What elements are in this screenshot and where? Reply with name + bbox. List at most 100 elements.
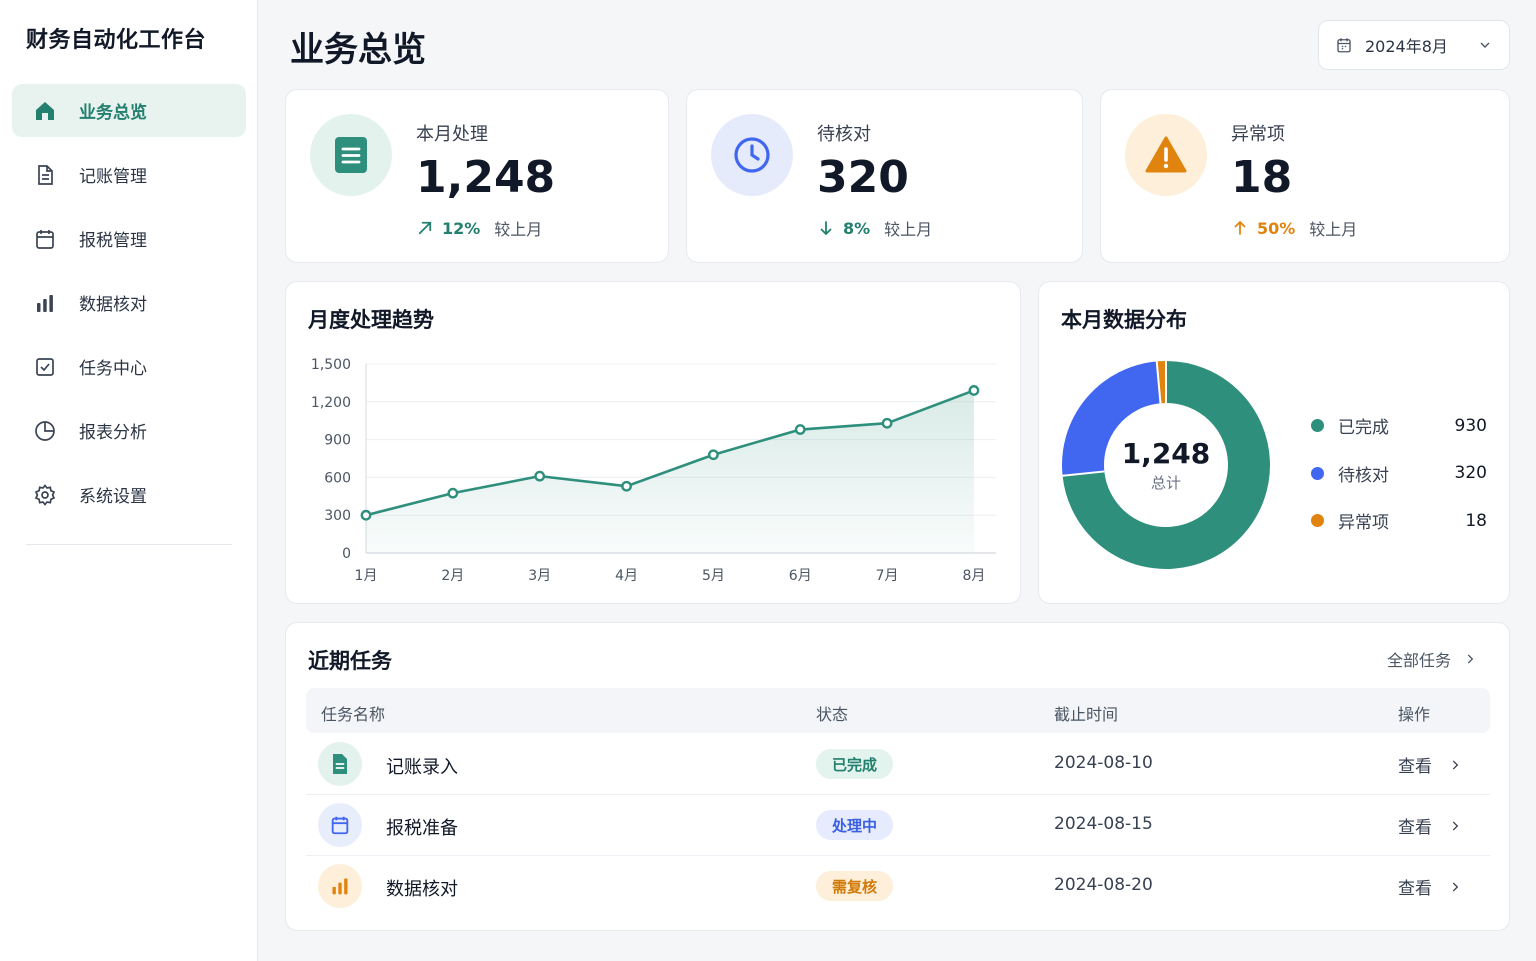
- legend-value: 930: [1454, 415, 1487, 436]
- sidebar-divider: [26, 544, 232, 545]
- y-tick-label: 1,500: [311, 357, 351, 373]
- document-icon: [318, 742, 362, 786]
- task-name[interactable]: 报税准备: [386, 814, 458, 840]
- stat-label: 本月处理: [416, 124, 488, 145]
- view-task-button[interactable]: 查看: [1398, 874, 1462, 899]
- sidebar: 财务自动化工作台 业务总览 记账管理 报税管理 数据核对 任务中心 报表分析 系…: [0, 0, 258, 961]
- x-tick-label: 3月: [528, 568, 551, 584]
- chevron-right-icon: [1463, 651, 1477, 667]
- stat-trend-value: 50%: [1257, 218, 1296, 238]
- status-badge: 需复核: [816, 871, 893, 901]
- sidebar-item-reports[interactable]: 报表分析: [12, 404, 246, 457]
- page-title: 业务总览: [290, 30, 426, 70]
- task-due-date: 2024-08-10: [1054, 753, 1153, 773]
- sidebar-item-label: 记账管理: [79, 167, 147, 187]
- chevron-right-icon: [1448, 818, 1462, 834]
- task-name[interactable]: 数据核对: [386, 875, 458, 901]
- sidebar-item-settings[interactable]: 系统设置: [12, 468, 246, 521]
- status-badge: 处理中: [816, 810, 893, 840]
- recent-tasks-card: 近期任务 全部任务 任务名称 状态 截止时间 操作 记账录入 已完成 2024-…: [285, 622, 1510, 931]
- trend-chart-card: 月度处理趋势 0 300 600 900 1,200 1,500 1月 2月 3月 4月 5月 6月 7…: [285, 281, 1021, 604]
- stat-trend-note: 较上月: [884, 220, 933, 239]
- legend-value: 320: [1454, 463, 1487, 484]
- y-tick-label: 300: [324, 508, 351, 524]
- clock-icon: [711, 114, 793, 196]
- view-label: 查看: [1398, 757, 1432, 777]
- donut-center: 1,248 总计: [1116, 437, 1216, 493]
- column-header-name: 任务名称: [321, 705, 386, 724]
- view-task-button[interactable]: 查看: [1398, 813, 1462, 838]
- legend-value: 18: [1465, 510, 1487, 531]
- home-icon: [32, 98, 58, 124]
- data-point: [881, 417, 893, 429]
- x-tick-label: 5月: [702, 568, 725, 584]
- view-task-button[interactable]: 查看: [1398, 752, 1462, 777]
- x-tick-label: 4月: [615, 568, 638, 584]
- sidebar-item-label: 数据核对: [79, 295, 147, 315]
- chevron-down-icon: [1477, 37, 1493, 53]
- legend-item: 已完成 930: [1311, 402, 1487, 450]
- distribution-legend: 已完成 930 待核对 320 异常项 18: [1311, 402, 1487, 545]
- distribution-card: 本月数据分布 1,248 总计 已完成 930 待核对 320 异常项 18: [1038, 281, 1510, 604]
- stat-trend-value: 8%: [843, 218, 871, 238]
- task-due-date: 2024-08-15: [1054, 814, 1153, 834]
- data-point: [360, 509, 372, 521]
- sidebar-item-tasks[interactable]: 任务中心: [12, 340, 246, 393]
- stat-label: 待核对: [817, 124, 871, 145]
- sidebar-item-label: 系统设置: [79, 487, 147, 507]
- y-tick-label: 0: [342, 546, 351, 562]
- calendar-icon: [32, 226, 58, 252]
- trend-chart: 0 300 600 900 1,200 1,500 1月 2月 3月 4月 5月 6月 7月 8月: [311, 357, 996, 584]
- stat-trend-note: 较上月: [494, 220, 543, 239]
- data-point: [707, 449, 719, 461]
- stat-trend: 12% 较上月: [416, 216, 542, 240]
- all-tasks-label: 全部任务: [1386, 651, 1451, 670]
- legend-dot: [1311, 514, 1324, 528]
- x-tick-label: 6月: [789, 568, 812, 584]
- legend-label: 已完成: [1338, 418, 1389, 439]
- sidebar-item-label: 任务中心: [79, 359, 147, 379]
- y-tick-label: 900: [324, 433, 351, 449]
- legend-label: 待核对: [1338, 465, 1389, 486]
- sidebar-item-tax[interactable]: 报税管理: [12, 212, 246, 265]
- stat-trend-note: 较上月: [1309, 220, 1358, 239]
- stat-trend-value: 12%: [442, 218, 481, 238]
- y-tick-label: 1,200: [311, 395, 351, 411]
- data-point: [968, 385, 980, 396]
- stat-trend: 8% 较上月: [817, 216, 932, 240]
- view-label: 查看: [1398, 879, 1432, 899]
- stat-card-processed: 本月处理 1,248 12% 较上月: [285, 89, 669, 263]
- table-header: 任务名称 状态 截止时间 操作: [306, 688, 1490, 733]
- status-badge: 已完成: [816, 749, 893, 779]
- donut-total-label: 总计: [1150, 474, 1181, 492]
- all-tasks-link[interactable]: 全部任务: [1387, 647, 1477, 671]
- task-name[interactable]: 记账录入: [386, 753, 458, 779]
- legend-dot: [1311, 466, 1324, 480]
- document-icon: [32, 162, 58, 188]
- legend-item: 待核对 320: [1311, 450, 1487, 498]
- stat-trend: 50% 较上月: [1231, 216, 1357, 240]
- table-row: 报税准备 处理中 2024-08-15 查看: [306, 795, 1490, 856]
- sidebar-item-label: 业务总览: [79, 103, 147, 123]
- calendar-icon: [318, 803, 362, 847]
- bar-chart-icon: [318, 864, 362, 908]
- month-picker[interactable]: 2024年8月: [1318, 20, 1510, 70]
- sidebar-item-bookkeeping[interactable]: 记账管理: [12, 148, 246, 201]
- x-tick-label: 8月: [962, 568, 985, 584]
- document-icon: [310, 114, 392, 196]
- legend-label: 异常项: [1338, 513, 1389, 534]
- recent-tasks-title: 近期任务: [308, 649, 392, 673]
- donut-total: 1,248: [1121, 437, 1211, 470]
- stat-value: 320: [817, 152, 909, 203]
- legend-dot: [1311, 419, 1324, 433]
- pie-chart-icon: [32, 418, 58, 444]
- column-header-due: 截止时间: [1054, 705, 1119, 724]
- x-tick-label: 1月: [355, 568, 378, 584]
- warning-icon: [1125, 114, 1207, 196]
- legend-item: 异常项 18: [1311, 497, 1487, 545]
- chevron-right-icon: [1448, 757, 1462, 773]
- data-point: [534, 470, 546, 482]
- sidebar-item-reconcile[interactable]: 数据核对: [12, 276, 246, 329]
- sidebar-item-overview[interactable]: 业务总览: [12, 84, 246, 137]
- app-title: 财务自动化工作台: [26, 28, 207, 53]
